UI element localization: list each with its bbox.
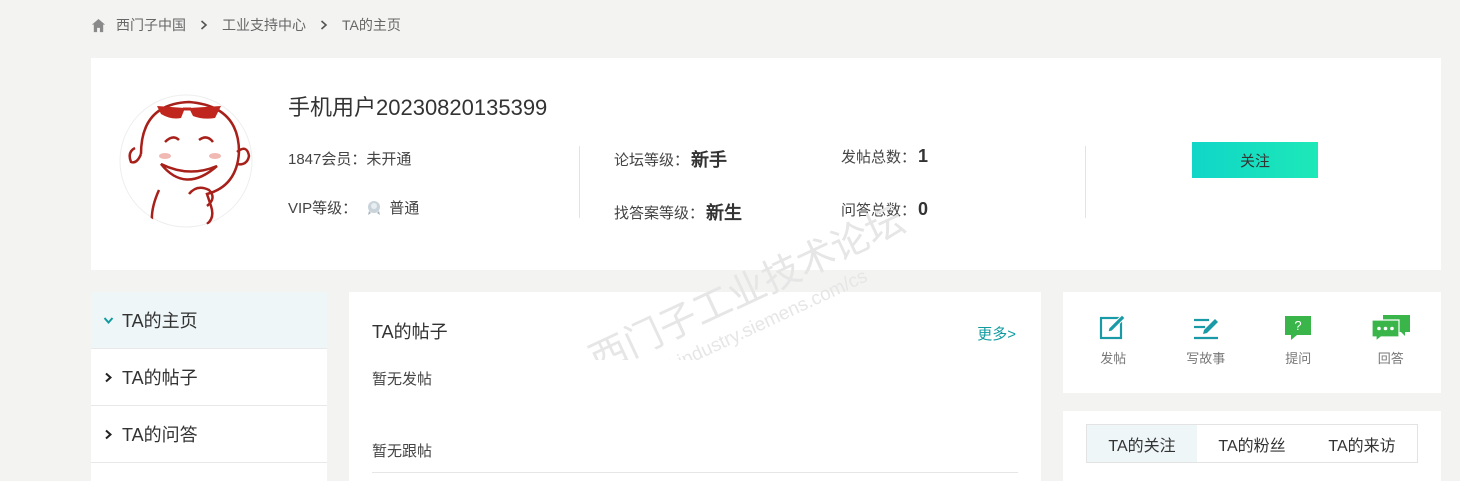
action-label: 写故事 [1186, 351, 1226, 366]
action-label: 提问 [1285, 351, 1312, 366]
vip-level: VIP等级： 普通 [288, 197, 419, 218]
vip-badge-icon [368, 200, 381, 215]
svg-text:?: ? [1295, 318, 1302, 333]
qa-total: 问答总数： 0 [841, 199, 928, 220]
ask-question-button[interactable]: ? 提问 [1258, 292, 1338, 393]
nav-item-label: TA的问答 [122, 425, 198, 445]
posts-panel-title: TA的帖子 [372, 322, 448, 342]
posts-total-value: 1 [918, 146, 929, 166]
follow-button[interactable]: 关注 [1192, 142, 1318, 178]
member-label: 1847会员： [288, 151, 367, 168]
question-icon: ? [1285, 316, 1312, 340]
avatar-image [119, 94, 253, 228]
write-story-button[interactable]: 写故事 [1166, 292, 1246, 393]
chevron-right-icon [200, 20, 208, 30]
answer-button[interactable]: 回答 [1351, 292, 1431, 393]
relations-tabs: TA的关注 TA的粉丝 TA的来访 [1086, 424, 1418, 463]
home-icon[interactable] [91, 18, 106, 33]
member-status: 1847会员： 未开通 [288, 148, 411, 169]
write-story-icon [1193, 318, 1218, 340]
answer-level-value: 新生 [706, 203, 743, 223]
profile-card: 手机用户20230820135399 1847会员： 未开通 VIP等级： 普通… [91, 58, 1441, 270]
action-label: 发帖 [1100, 351, 1127, 366]
no-replies-text: 暂无跟帖 [372, 443, 433, 460]
chevron-down-icon [103, 316, 114, 324]
nav-item-qa[interactable]: TA的问答 [91, 406, 327, 463]
avatar[interactable] [119, 94, 253, 228]
nav-item-label: TA的主页 [122, 311, 198, 331]
left-nav: TA的主页 TA的帖子 TA的问答 [91, 292, 327, 481]
answer-icon [1371, 315, 1410, 342]
tab-visitors[interactable]: TA的来访 [1307, 425, 1417, 462]
nav-item-label: TA的帖子 [122, 368, 198, 388]
answer-level: 找答案等级： 新生 [614, 199, 742, 225]
forum-level-label: 论坛等级： [614, 151, 690, 169]
forum-level: 论坛等级： 新手 [614, 146, 727, 172]
action-label: 回答 [1377, 351, 1404, 366]
forum-level-value: 新手 [691, 150, 728, 170]
breadcrumb-current[interactable]: TA的主页 [342, 15, 401, 35]
actions-panel: 发帖 写故事 ? 提问 回答 [1063, 292, 1441, 393]
qa-total-label: 问答总数： [841, 202, 917, 219]
more-link[interactable]: 更多> [977, 323, 1016, 344]
posts-total: 发帖总数： 1 [841, 146, 928, 167]
divider [579, 146, 580, 218]
post-action-button[interactable]: 发帖 [1073, 292, 1153, 393]
breadcrumb-support-link[interactable]: 工业支持中心 [222, 15, 306, 35]
posts-total-label: 发帖总数： [841, 149, 917, 166]
qa-total-value: 0 [918, 199, 929, 219]
profile-username: 手机用户20230820135399 [288, 95, 548, 120]
answer-level-label: 找答案等级： [614, 204, 705, 222]
member-value: 未开通 [366, 151, 412, 168]
divider [372, 472, 1018, 473]
no-posts-text: 暂无发帖 [372, 371, 433, 388]
breadcrumb-home-link[interactable]: 西门子中国 [116, 15, 186, 35]
relations-panel: TA的关注 TA的粉丝 TA的来访 [1063, 411, 1441, 481]
tab-followers[interactable]: TA的粉丝 [1197, 425, 1307, 462]
edit-icon [1100, 314, 1126, 340]
vip-label: VIP等级： [288, 200, 358, 217]
nav-item-home[interactable]: TA的主页 [91, 292, 327, 349]
nav-item-posts[interactable]: TA的帖子 [91, 349, 327, 406]
vip-value: 普通 [389, 200, 420, 217]
tab-following[interactable]: TA的关注 [1087, 425, 1197, 462]
divider [1085, 146, 1086, 218]
posts-panel: TA的帖子 更多> 暂无发帖 暂无跟帖 [349, 292, 1041, 481]
breadcrumb: 西门子中国 工业支持中心 TA的主页 [91, 14, 401, 36]
chevron-right-icon [320, 20, 328, 30]
chevron-right-icon [105, 372, 113, 382]
chevron-right-icon [105, 429, 113, 439]
